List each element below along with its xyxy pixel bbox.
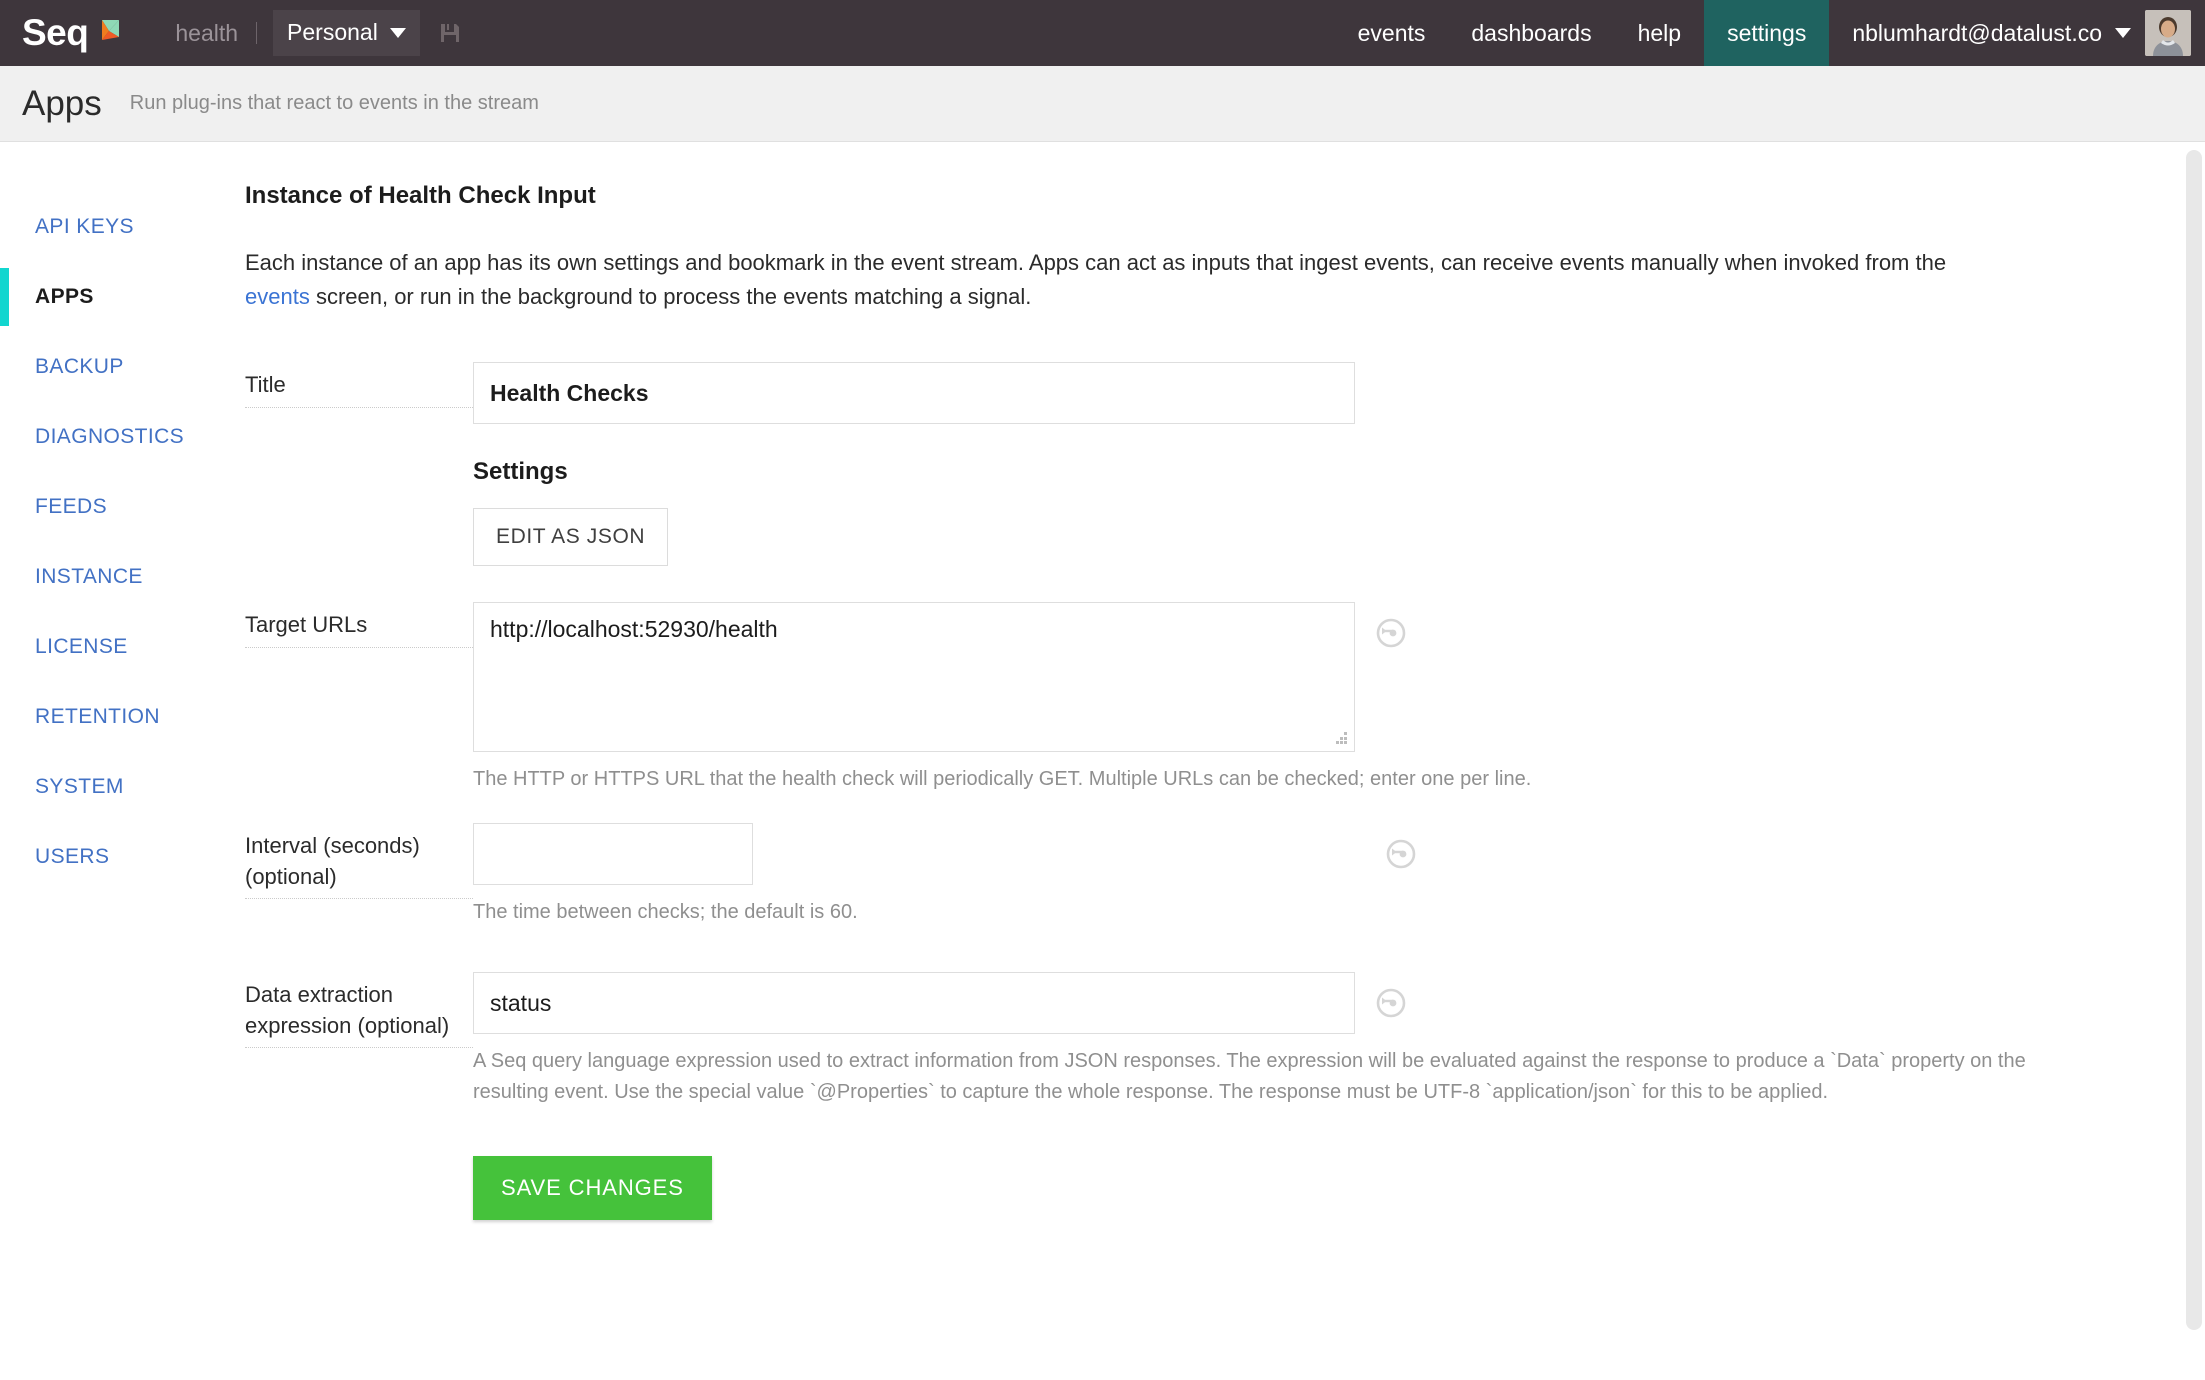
events-link[interactable]: events [245, 284, 310, 309]
instance-description-part2: screen, or run in the background to proc… [309, 284, 1032, 310]
sidebar-item-backup[interactable]: BACKUP [0, 332, 245, 402]
nav-link-settings[interactable]: settings [1704, 0, 1830, 66]
workspace-selector-label: Personal [287, 19, 378, 45]
sidebar-item-apps[interactable]: APPS [0, 262, 245, 332]
chevron-down-icon [2115, 28, 2131, 38]
settings-sidebar: API KEYS APPS BACKUP DIAGNOSTICS FEEDS I… [0, 142, 245, 1379]
floppy-save-icon[interactable] [438, 21, 462, 45]
sidebar-item-label: INSTANCE [35, 565, 143, 588]
workspace-context: health Personal [175, 10, 461, 56]
app-instance-form: Instance of Health Check Input Each inst… [245, 142, 2205, 1379]
vertical-scrollbar[interactable] [2183, 142, 2205, 1379]
user-account-menu[interactable]: nblumhardt@datalust.co [1829, 0, 2145, 66]
page-body: API KEYS APPS BACKUP DIAGNOSTICS FEEDS I… [0, 142, 2205, 1379]
avatar[interactable] [2145, 10, 2191, 56]
field-row-data-extraction: Data extraction expression (optional) st… [245, 972, 2045, 1260]
title-input[interactable] [473, 362, 1355, 425]
interval-field-control: The time between checks; the default is … [473, 823, 2045, 928]
sidebar-item-label: USERS [35, 845, 110, 868]
field-row-interval: Interval (seconds) (optional) The time b… [245, 823, 2045, 928]
sidebar-item-retention[interactable]: RETENTION [0, 682, 245, 752]
data-extraction-field-control: A Seq query language expression used to … [473, 972, 2045, 1260]
interval-input[interactable] [473, 823, 753, 886]
instance-description-part1: Each instance of an app has its own sett… [245, 250, 1947, 275]
edit-as-json-button[interactable]: EDIT AS JSON [473, 508, 669, 567]
brand-logo[interactable]: Seq [22, 14, 123, 53]
reset-circular-arrow-icon[interactable] [1374, 616, 1408, 650]
seq-flag-logo-icon [97, 18, 123, 53]
sidebar-item-label: APPS [35, 285, 94, 308]
instance-heading: Instance of Health Check Input [245, 182, 596, 209]
data-extraction-field-label: Data extraction expression (optional) [245, 972, 473, 1048]
sidebar-item-feeds[interactable]: FEEDS [0, 472, 245, 542]
title-field-control: Settings EDIT AS JSON [473, 362, 2045, 602]
scrollbar-thumb[interactable] [2186, 150, 2202, 1330]
sidebar-item-api-keys[interactable]: API KEYS [0, 192, 245, 262]
top-navigation-bar: Seq health Personal events dashboards he… [0, 0, 2205, 66]
title-field-label: Title [245, 362, 473, 409]
interval-field-label: Interval (seconds) (optional) [245, 823, 473, 899]
page-title: Apps [22, 83, 102, 123]
interval-help-text: The time between checks; the default is … [473, 901, 858, 924]
sidebar-item-label: BACKUP [35, 355, 124, 378]
save-changes-button[interactable]: SAVE CHANGES [473, 1156, 712, 1221]
target-urls-help-text: The HTTP or HTTPS URL that the health ch… [473, 768, 1532, 791]
sidebar-item-diagnostics[interactable]: DIAGNOSTICS [0, 402, 245, 472]
data-extraction-input[interactable] [473, 972, 1355, 1035]
context-name-label: health [175, 19, 239, 46]
field-row-title: Title Settings EDIT AS JSON [245, 362, 2045, 602]
context-divider [256, 22, 258, 44]
sidebar-item-license[interactable]: LICENSE [0, 612, 245, 682]
target-urls-field-label: Target URLs [245, 602, 473, 649]
user-email-label: nblumhardt@datalust.co [1852, 19, 2102, 46]
sidebar-item-label: LICENSE [35, 635, 128, 658]
sidebar-item-users[interactable]: USERS [0, 822, 245, 892]
field-row-target-urls: Target URLs http://localhost:52930/healt… [245, 602, 2045, 795]
sidebar-item-label: API KEYS [35, 215, 134, 238]
sidebar-item-label: RETENTION [35, 705, 160, 728]
workspace-selector[interactable]: Personal [273, 10, 420, 56]
chevron-down-icon [389, 27, 406, 38]
sidebar-item-instance[interactable]: INSTANCE [0, 542, 245, 612]
nav-link-events[interactable]: events [1335, 0, 1449, 66]
nav-link-dashboards[interactable]: dashboards [1448, 0, 1614, 66]
settings-section-heading: Settings [473, 458, 568, 486]
sidebar-item-label: DIAGNOSTICS [35, 425, 185, 448]
brand-name: Seq [22, 11, 89, 53]
page-subtitle: Run plug-ins that react to events in the… [129, 92, 539, 114]
reset-circular-arrow-icon[interactable] [1374, 986, 1408, 1020]
nav-link-help[interactable]: help [1615, 0, 1704, 66]
page-header: Apps Run plug-ins that react to events i… [0, 66, 2205, 142]
sidebar-item-label: FEEDS [35, 495, 108, 518]
data-extraction-help-text: A Seq query language expression used to … [473, 1050, 2026, 1104]
nav-links-group: events dashboards help settings nblumhar… [1335, 0, 2205, 66]
target-urls-textarea[interactable]: http://localhost:52930/health [473, 602, 1355, 753]
reset-circular-arrow-icon[interactable] [1384, 837, 1418, 871]
target-urls-field-control: http://localhost:52930/health The HTTP o… [473, 602, 2045, 795]
sidebar-item-label: SYSTEM [35, 775, 124, 798]
instance-description: Each instance of an app has its own sett… [245, 246, 2005, 314]
sidebar-item-system[interactable]: SYSTEM [0, 752, 245, 822]
